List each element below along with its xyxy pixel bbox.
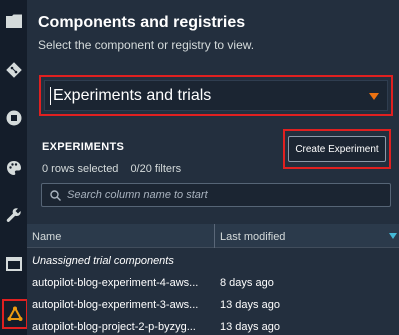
column-header-last-modified[interactable]: Last modified — [220, 231, 285, 243]
search-input[interactable] — [67, 189, 367, 201]
row-name: autopilot-blog-project-2-p-byzyg... — [32, 321, 196, 333]
experiments-heading: EXPERIMENTS — [42, 141, 125, 153]
create-button-highlight: Create Experiment — [283, 129, 391, 169]
table-row[interactable]: autopilot-blog-project-2-p-byzyg... 13 d… — [27, 316, 399, 335]
panel-title: Components and registries — [38, 14, 246, 31]
table-header: Name Last modified — [27, 224, 399, 248]
palette-icon[interactable] — [0, 153, 27, 183]
panel-subtitle: Select the component or registry to view… — [38, 38, 255, 52]
component-registry-select[interactable]: Experiments and trials — [44, 80, 388, 111]
search-icon — [50, 189, 61, 201]
table-row[interactable]: autopilot-blog-experiment-3-aws... 13 da… — [27, 294, 399, 316]
rows-selected-count: 0 rows selected — [42, 163, 119, 175]
components-registries-panel: Components and registries Select the com… — [27, 0, 399, 335]
dropdown-arrow-icon[interactable] — [369, 93, 379, 100]
column-divider[interactable] — [214, 224, 215, 248]
column-header-name[interactable]: Name — [32, 231, 61, 243]
table-row[interactable]: autopilot-blog-experiment-4-aws... 8 day… — [27, 272, 399, 294]
filters-count: 0/20 filters — [130, 163, 182, 175]
row-last-modified: 8 days ago — [220, 277, 274, 289]
stop-circle-icon[interactable] — [0, 103, 27, 133]
select-value: Experiments and trials — [53, 86, 212, 104]
git-icon[interactable] — [0, 55, 27, 85]
row-name: autopilot-blog-experiment-4-aws... — [32, 277, 199, 289]
row-name: autopilot-blog-experiment-3-aws... — [32, 299, 199, 311]
sort-descending-icon[interactable] — [389, 233, 397, 239]
components-registries-icon[interactable] — [2, 299, 28, 329]
column-search[interactable] — [41, 183, 391, 207]
wrench-icon[interactable] — [0, 200, 27, 230]
experiments-table: Name Last modified Unassigned trial comp… — [27, 224, 399, 335]
row-last-modified: 13 days ago — [220, 321, 280, 333]
group-label: Unassigned trial components — [32, 255, 174, 267]
text-cursor — [50, 86, 51, 105]
window-icon[interactable] — [0, 249, 27, 279]
selection-summary: 0 rows selected 0/20 filters — [42, 163, 181, 175]
folder-icon[interactable] — [0, 6, 27, 36]
left-icon-rail — [0, 0, 28, 335]
create-experiment-button[interactable]: Create Experiment — [288, 136, 386, 162]
selector-highlight: Experiments and trials — [39, 75, 393, 116]
row-last-modified: 13 days ago — [220, 299, 280, 311]
